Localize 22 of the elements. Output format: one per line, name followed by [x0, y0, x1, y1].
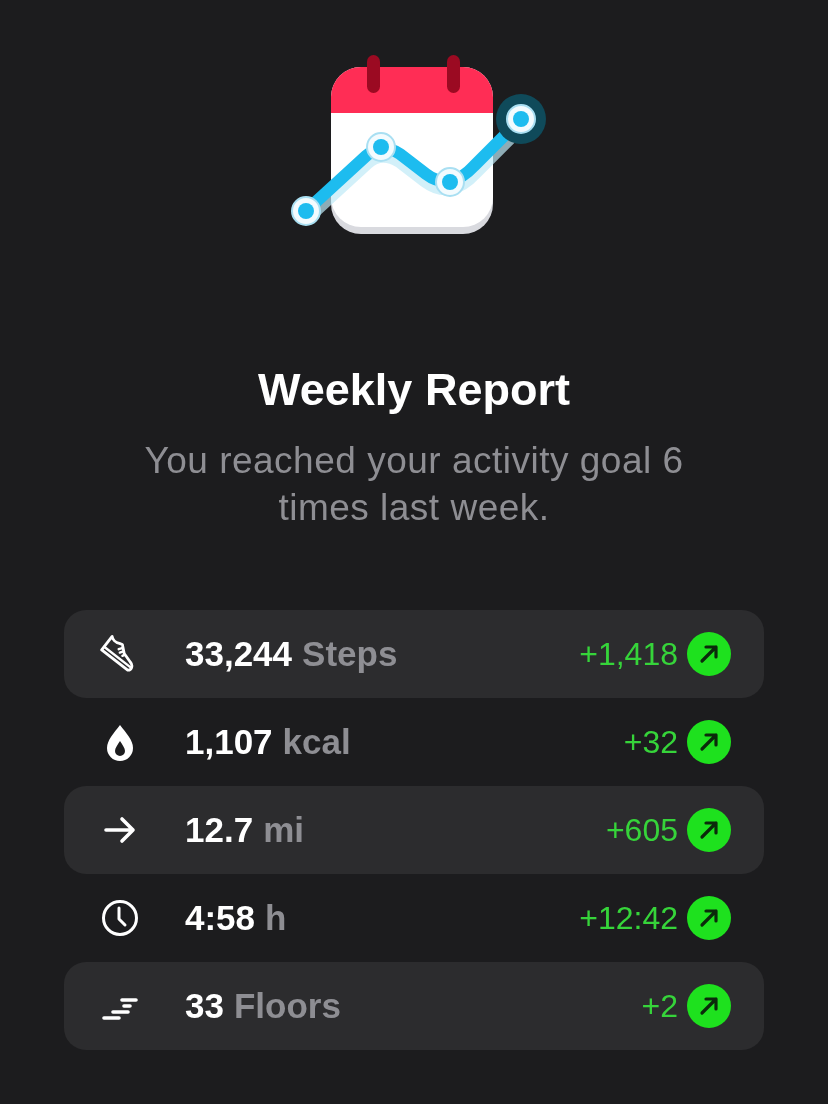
metric-unit: Steps — [302, 634, 398, 674]
metric-value: 1,107 — [185, 722, 273, 762]
metric-value: 33 — [185, 986, 224, 1026]
metric-value: 4:58 — [185, 898, 256, 938]
chart-point — [496, 94, 546, 144]
clock-icon — [100, 898, 140, 938]
chart-point — [366, 132, 396, 162]
report-title: Weekly Report — [258, 363, 570, 417]
chart-point — [435, 167, 465, 197]
metric-value: 33,244 — [185, 634, 293, 674]
metric-unit: kcal — [282, 722, 351, 762]
metric-unit: Floors — [233, 986, 341, 1026]
report-subtitle: You reached your activity goal 6 times last week. — [143, 439, 685, 530]
metric-unit: mi — [263, 810, 304, 850]
change-value: +2 — [641, 987, 678, 1025]
metric-unit: h — [265, 898, 287, 938]
change-value: +1,418 — [579, 635, 678, 673]
change-value: +12:42 — [579, 899, 678, 937]
chart-point — [291, 196, 321, 226]
change-value: +32 — [623, 723, 678, 761]
change-value: +605 — [605, 811, 678, 849]
metric-value: 12.7 — [185, 810, 254, 850]
